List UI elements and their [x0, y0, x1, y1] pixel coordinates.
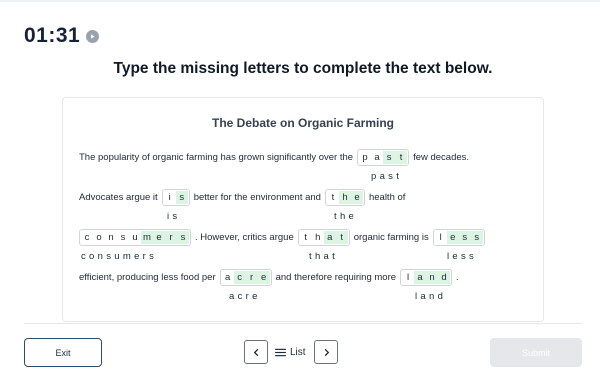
- list-icon: [275, 348, 286, 356]
- passage-line: The popularity of organic farming has gr…: [79, 147, 469, 167]
- letter-box: n: [108, 231, 114, 243]
- typed-letters-input[interactable]: cre: [233, 270, 270, 284]
- answer-hint: land: [415, 291, 447, 302]
- passage-text: efficient, producing less food per: [79, 271, 216, 283]
- given-letters: th: [300, 231, 324, 244]
- chevron-right-icon: [324, 348, 329, 356]
- exit-button[interactable]: Exit: [24, 338, 102, 367]
- list-label: List: [290, 346, 306, 358]
- passage-text: .: [456, 271, 459, 283]
- answer-hint: consumers: [81, 251, 158, 262]
- typed-letters-input[interactable]: st: [383, 150, 408, 164]
- given-letters: l: [406, 271, 410, 283]
- letter-box[interactable]: s: [177, 231, 189, 244]
- passage-text: Advocates argue it: [79, 191, 158, 203]
- gap-consumers[interactable]: consu mers: [79, 228, 191, 246]
- answer-hint: less: [447, 251, 478, 262]
- typed-letters-input[interactable]: mers: [141, 230, 189, 244]
- next-button[interactable]: [314, 340, 338, 364]
- gap-past[interactable]: pa st: [357, 148, 410, 166]
- answer-hint: acre: [229, 291, 261, 302]
- typed-letters-input[interactable]: ess: [446, 230, 483, 244]
- passage-line: consu mers . However, critics argue th a…: [79, 227, 489, 247]
- letter-box[interactable]: m: [141, 231, 153, 244]
- passage-text: . However, critics argue: [195, 231, 294, 243]
- list-button[interactable]: List: [275, 342, 306, 362]
- letter-box: t: [304, 231, 308, 243]
- chevron-left-icon: [253, 348, 258, 356]
- letter-box: o: [96, 231, 102, 243]
- passage-line: efficient, producing less food per a cre…: [79, 267, 459, 287]
- typed-letters-input[interactable]: he: [338, 190, 363, 204]
- letter-box[interactable]: r: [246, 271, 258, 284]
- letter-box[interactable]: n: [426, 271, 438, 284]
- timer-value: 01:31: [24, 24, 81, 47]
- letter-box[interactable]: s: [383, 151, 395, 164]
- passage-text: The popularity of organic farming has gr…: [79, 151, 354, 163]
- gap-acre[interactable]: a cre: [219, 268, 272, 286]
- letter-box[interactable]: c: [234, 271, 246, 284]
- letter-box[interactable]: a: [414, 271, 426, 284]
- letter-box[interactable]: h: [339, 191, 351, 204]
- passage-title: The Debate on Organic Farming: [211, 116, 395, 130]
- passage-text: few decades.: [413, 151, 470, 163]
- answer-hint: past: [371, 171, 403, 182]
- letter-box[interactable]: t: [336, 231, 348, 244]
- typed-letters-input[interactable]: and: [414, 270, 451, 284]
- letter-box[interactable]: s: [459, 231, 471, 244]
- letter-box: c: [84, 231, 90, 243]
- letter-box[interactable]: a: [324, 231, 336, 244]
- gap-the[interactable]: t he: [324, 188, 365, 206]
- previous-button[interactable]: [244, 340, 268, 364]
- timer: 01:31: [24, 24, 100, 48]
- given-letters: pa: [359, 151, 383, 164]
- letter-box[interactable]: e: [447, 231, 459, 244]
- given-letters: l: [439, 231, 442, 243]
- letter-box: a: [374, 151, 380, 163]
- gap-that[interactable]: th at: [297, 228, 350, 246]
- window-top-border: [0, 0, 600, 2]
- letter-box: h: [315, 231, 321, 243]
- gap-land[interactable]: l and: [400, 268, 453, 286]
- letter-box[interactable]: e: [351, 191, 363, 204]
- answer-hint: that: [309, 251, 339, 262]
- given-letters: a: [224, 271, 231, 283]
- instructions: Type the missing letters to complete the…: [113, 60, 493, 77]
- letter-box[interactable]: t: [395, 151, 407, 164]
- answer-hint: the: [334, 211, 358, 222]
- letter-box[interactable]: s: [471, 231, 483, 244]
- letter-box: p: [362, 151, 368, 163]
- play-circle-icon[interactable]: [86, 29, 100, 43]
- passage-text: organic farming is: [353, 231, 429, 243]
- footer-divider: [24, 323, 582, 324]
- passage-line: Advocates argue it i s better for the en…: [79, 187, 405, 207]
- typed-letters-input[interactable]: s: [175, 190, 188, 204]
- letter-box[interactable]: d: [438, 271, 450, 284]
- given-letters: consu: [81, 231, 141, 244]
- passage-text: and therefore requiring more: [275, 271, 397, 283]
- given-letters: i: [168, 191, 171, 203]
- letter-box[interactable]: r: [165, 231, 177, 244]
- letter-box: s: [120, 231, 126, 243]
- answer-hint: is: [167, 211, 181, 222]
- letter-box: u: [132, 231, 138, 243]
- letter-box[interactable]: e: [258, 271, 270, 284]
- letter-box[interactable]: e: [153, 231, 165, 244]
- gap-is[interactable]: i s: [161, 188, 190, 206]
- given-letters: t: [331, 191, 335, 203]
- typed-letters-input[interactable]: at: [323, 230, 348, 244]
- submit-button[interactable]: Submit: [490, 338, 582, 367]
- gap-less[interactable]: l ess: [432, 228, 485, 246]
- passage-text: health of: [368, 191, 406, 203]
- passage-text: better for the environment and: [193, 191, 321, 203]
- passage-card: The Debate on Organic Farming The popula…: [62, 97, 544, 322]
